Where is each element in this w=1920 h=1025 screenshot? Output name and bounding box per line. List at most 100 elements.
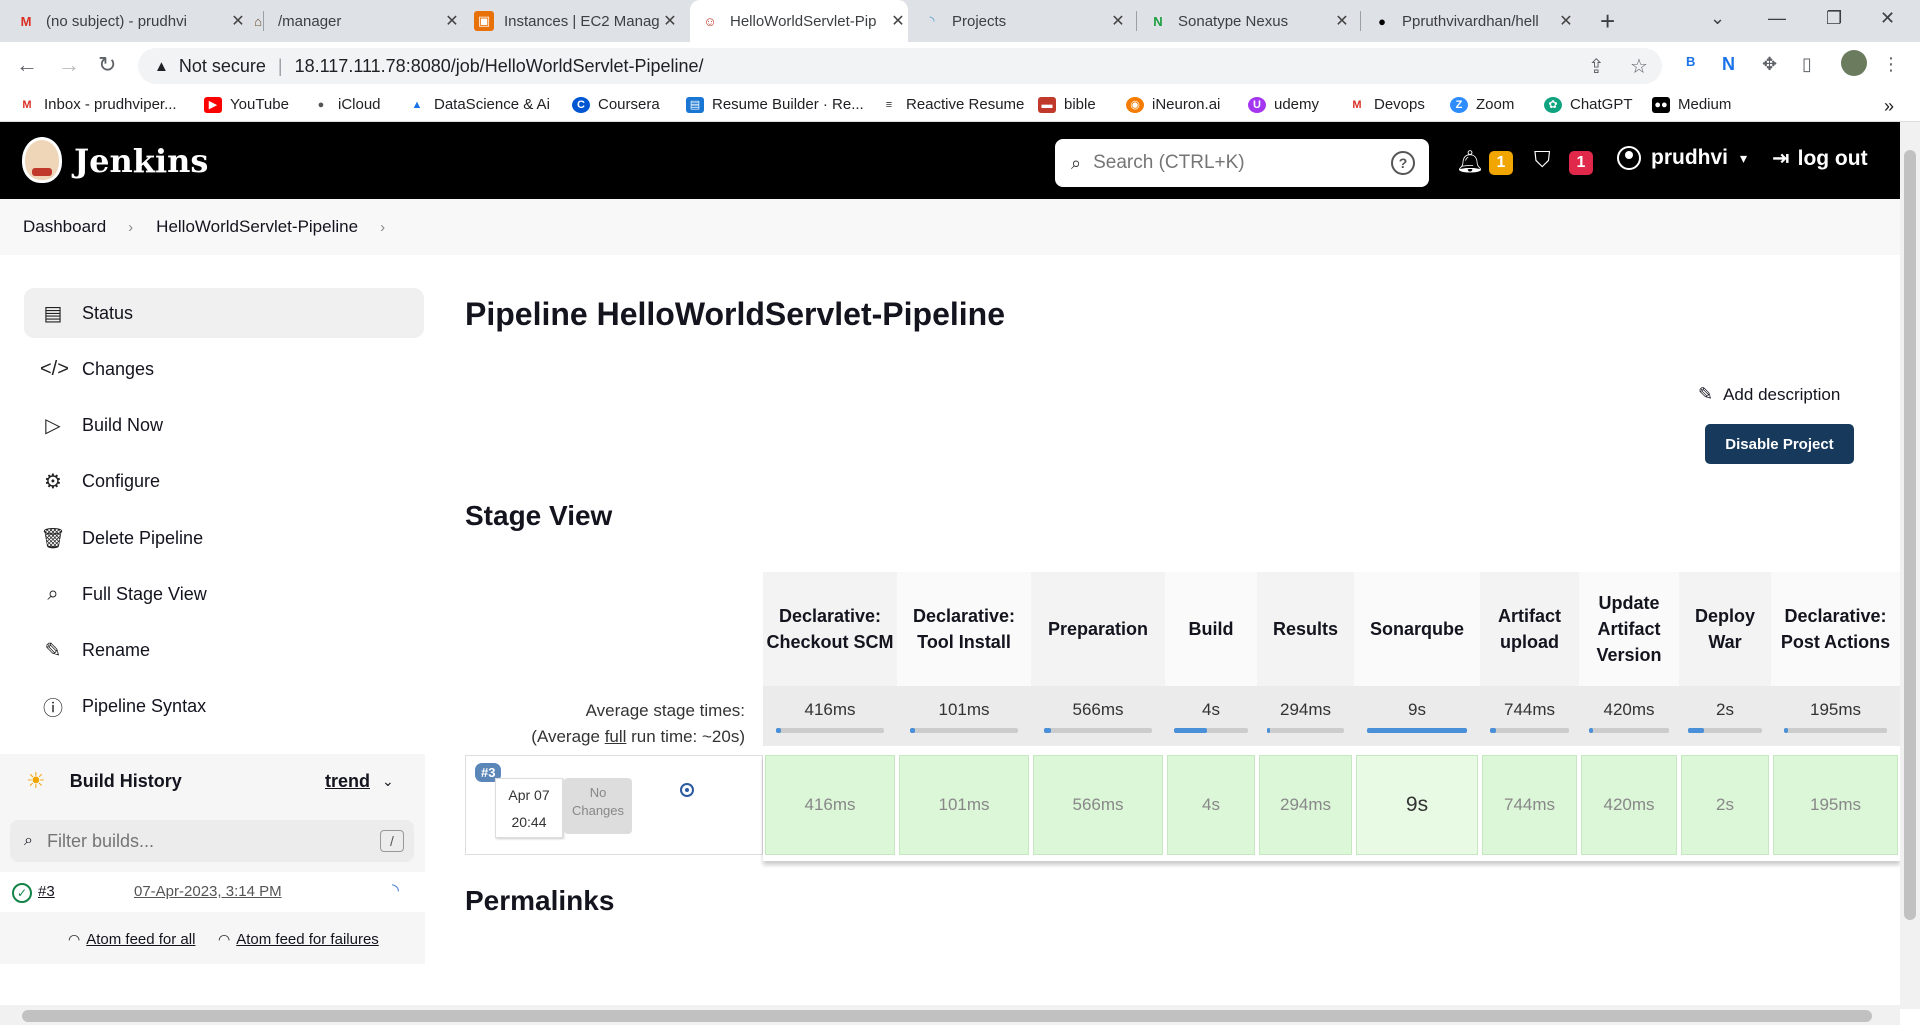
- stage-run-cell[interactable]: 9s: [1356, 755, 1478, 855]
- scroll-thumb[interactable]: [1904, 150, 1916, 920]
- stage-run-cell[interactable]: 420ms: [1581, 755, 1677, 855]
- close-tab-icon[interactable]: ✕: [1556, 11, 1576, 31]
- stage-run-cell[interactable]: 195ms: [1773, 755, 1898, 855]
- forward-icon[interactable]: →: [58, 52, 80, 78]
- sidebar-item-build-now[interactable]: ▷ Build Now: [24, 400, 424, 450]
- input-target-icon[interactable]: [680, 783, 694, 797]
- profile-avatar[interactable]: [1841, 50, 1867, 76]
- browser-tab-nexus[interactable]: N Sonatype Nexus ✕: [1148, 0, 1352, 42]
- bookmark-resume-builder[interactable]: ▤ Resume Builder · Re...: [686, 96, 864, 113]
- chevron-right-icon[interactable]: ›: [380, 219, 385, 236]
- stage-run-cell[interactable]: 2s: [1681, 755, 1769, 855]
- bookmark-devops[interactable]: M Devops: [1348, 96, 1425, 113]
- bell-icon[interactable]: 🔔︎: [1456, 149, 1484, 175]
- stage-run-cell[interactable]: 744ms: [1482, 755, 1577, 855]
- minimize-icon[interactable]: —: [1768, 8, 1786, 29]
- close-tab-icon[interactable]: ✕: [228, 11, 248, 31]
- atom-feed-all-link[interactable]: ◠ Atom feed for all: [68, 931, 195, 948]
- search-input[interactable]: [1093, 152, 1364, 174]
- trend-link[interactable]: trend: [325, 771, 370, 792]
- extension-n-icon[interactable]: N: [1722, 54, 1735, 75]
- browser-tab-github[interactable]: ● Ppruthvivardhan/hell ✕: [1372, 0, 1576, 42]
- filter-builds-input[interactable]: [46, 830, 347, 852]
- close-tab-icon[interactable]: ✕: [888, 11, 908, 31]
- bookmark-medium[interactable]: ●● Medium: [1652, 96, 1731, 113]
- bookmark-coursera[interactable]: C Coursera: [572, 96, 660, 113]
- add-description-link[interactable]: ✎ Add description: [1698, 384, 1840, 405]
- sidebar-item-rename[interactable]: ✎ Rename: [24, 625, 424, 675]
- stage-run-cell[interactable]: 416ms: [765, 755, 895, 855]
- share-icon[interactable]: ⇪: [1588, 54, 1605, 79]
- horizontal-scrollbar[interactable]: [0, 1005, 1900, 1025]
- omnibox[interactable]: ▲ Not secure | 18.117.111.78:8080/job/He…: [138, 48, 1662, 84]
- jenkins-title[interactable]: Jenkins: [74, 142, 208, 180]
- build-number-link[interactable]: #3: [38, 883, 55, 900]
- build-date-link[interactable]: 07-Apr-2023, 3:14 PM: [134, 883, 282, 900]
- bookmark-zoom[interactable]: Z Zoom: [1450, 96, 1514, 113]
- bookmark-chatgpt[interactable]: ✿ ChatGPT: [1544, 96, 1633, 113]
- bookmark-icloud[interactable]: ● iCloud: [312, 96, 381, 113]
- url-text[interactable]: 18.117.111.78:8080/job/HelloWorldServlet…: [295, 56, 704, 77]
- browser-tab-manager[interactable]: ⌂ /manager ✕: [248, 0, 462, 42]
- more-bookmarks-icon[interactable]: »: [1884, 96, 1894, 117]
- scroll-thumb[interactable]: [22, 1010, 1872, 1022]
- user-menu[interactable]: prudhvi ▾: [1617, 146, 1747, 170]
- bookmark-ineuron[interactable]: ◉ iNeuron.ai: [1126, 96, 1220, 113]
- extensions-puzzle-icon[interactable]: ✥: [1762, 54, 1777, 75]
- jenkins-logo[interactable]: [22, 137, 62, 183]
- full-run-link[interactable]: full: [605, 727, 627, 746]
- logout-link[interactable]: ⇥ log out: [1772, 146, 1868, 171]
- bookmark-star-icon[interactable]: ☆: [1630, 54, 1648, 79]
- chevron-down-icon[interactable]: ⌄: [382, 773, 394, 790]
- search-box[interactable]: ⌕ ?: [1055, 139, 1429, 187]
- sidebar-item-changes[interactable]: </> Changes: [24, 344, 424, 394]
- chevron-right-icon[interactable]: ›: [128, 219, 133, 236]
- bookmark-datascience[interactable]: ▲ DataScience & Ai: [408, 96, 550, 113]
- sidebar-item-full-stage-view[interactable]: ⌕ Full Stage View: [24, 569, 424, 619]
- notifications-badge[interactable]: 1: [1489, 151, 1513, 175]
- stage-header: Results: [1257, 572, 1354, 686]
- sidebar-item-configure[interactable]: ⚙ Configure: [24, 456, 424, 506]
- close-tab-icon[interactable]: ✕: [442, 11, 462, 31]
- browser-tab-projects[interactable]: ◝ Projects ✕: [922, 0, 1128, 42]
- sidebar-item-delete-pipeline[interactable]: 🗑︎ Delete Pipeline: [24, 513, 424, 563]
- shield-icon[interactable]: ⛉: [1534, 147, 1551, 173]
- close-tab-icon[interactable]: ✕: [1108, 11, 1128, 31]
- browser-tab-gmail[interactable]: M (no subject) - prudhvi ✕: [16, 0, 248, 42]
- security-badge[interactable]: 1: [1569, 151, 1593, 175]
- bookmark-reactive-resume[interactable]: ≡ Reactive Resume: [880, 96, 1024, 113]
- bookmark-youtube[interactable]: ▶ YouTube: [204, 96, 289, 113]
- filter-builds[interactable]: ⌕ /: [10, 820, 414, 862]
- browser-tab-jenkins[interactable]: ☺ HelloWorldServlet-Pip ✕: [690, 0, 908, 42]
- close-window-icon[interactable]: ✕: [1880, 8, 1895, 29]
- bookmark-udemy[interactable]: Uudemy: [1248, 96, 1319, 113]
- sidebar-item-status[interactable]: ▤ Status: [24, 288, 424, 338]
- disable-project-button[interactable]: Disable Project: [1705, 424, 1854, 464]
- back-icon[interactable]: ←: [16, 52, 38, 78]
- vertical-scrollbar[interactable]: [1900, 122, 1920, 1009]
- breadcrumb-job[interactable]: HelloWorldServlet-Pipeline: [156, 217, 358, 237]
- stage-run-cell[interactable]: 101ms: [899, 755, 1029, 855]
- extension-b-icon[interactable]: B: [1686, 54, 1695, 69]
- bookmark-inbox[interactable]: M Inbox - prudhviper...: [18, 96, 177, 113]
- chrome-menu-icon[interactable]: ⋮: [1882, 54, 1900, 75]
- stage-run-cell[interactable]: 566ms: [1033, 755, 1163, 855]
- close-tab-icon[interactable]: ✕: [1332, 11, 1352, 31]
- side-panel-icon[interactable]: ▯: [1802, 54, 1812, 75]
- stage-run-cell[interactable]: 294ms: [1259, 755, 1352, 855]
- new-tab-button[interactable]: +: [1600, 6, 1615, 37]
- tab-search-icon[interactable]: ⌄: [1710, 8, 1725, 29]
- build-row[interactable]: ✓ #3 07-Apr-2023, 3:14 PM ◝: [0, 872, 425, 912]
- build-run-label[interactable]: #3 Apr 07 20:44 No Changes: [465, 755, 763, 855]
- search-help-icon[interactable]: ?: [1391, 151, 1415, 175]
- stage-run-cell[interactable]: 4s: [1167, 755, 1255, 855]
- maximize-icon[interactable]: ❐: [1826, 8, 1842, 29]
- browser-tab-ec2[interactable]: ▣ Instances | EC2 Manag ✕: [474, 0, 680, 42]
- close-tab-icon[interactable]: ✕: [660, 11, 680, 31]
- breadcrumb-dashboard[interactable]: Dashboard: [23, 217, 106, 237]
- atom-feed-failures-link[interactable]: ◠ Atom feed for failures: [218, 931, 379, 948]
- sidebar-item-pipeline-syntax[interactable]: ⓘ Pipeline Syntax: [24, 681, 424, 731]
- reload-icon[interactable]: ↻: [98, 52, 116, 78]
- bookmark-bible[interactable]: ▬ bible: [1038, 96, 1096, 113]
- console-spinner-icon[interactable]: ◝: [392, 880, 399, 901]
